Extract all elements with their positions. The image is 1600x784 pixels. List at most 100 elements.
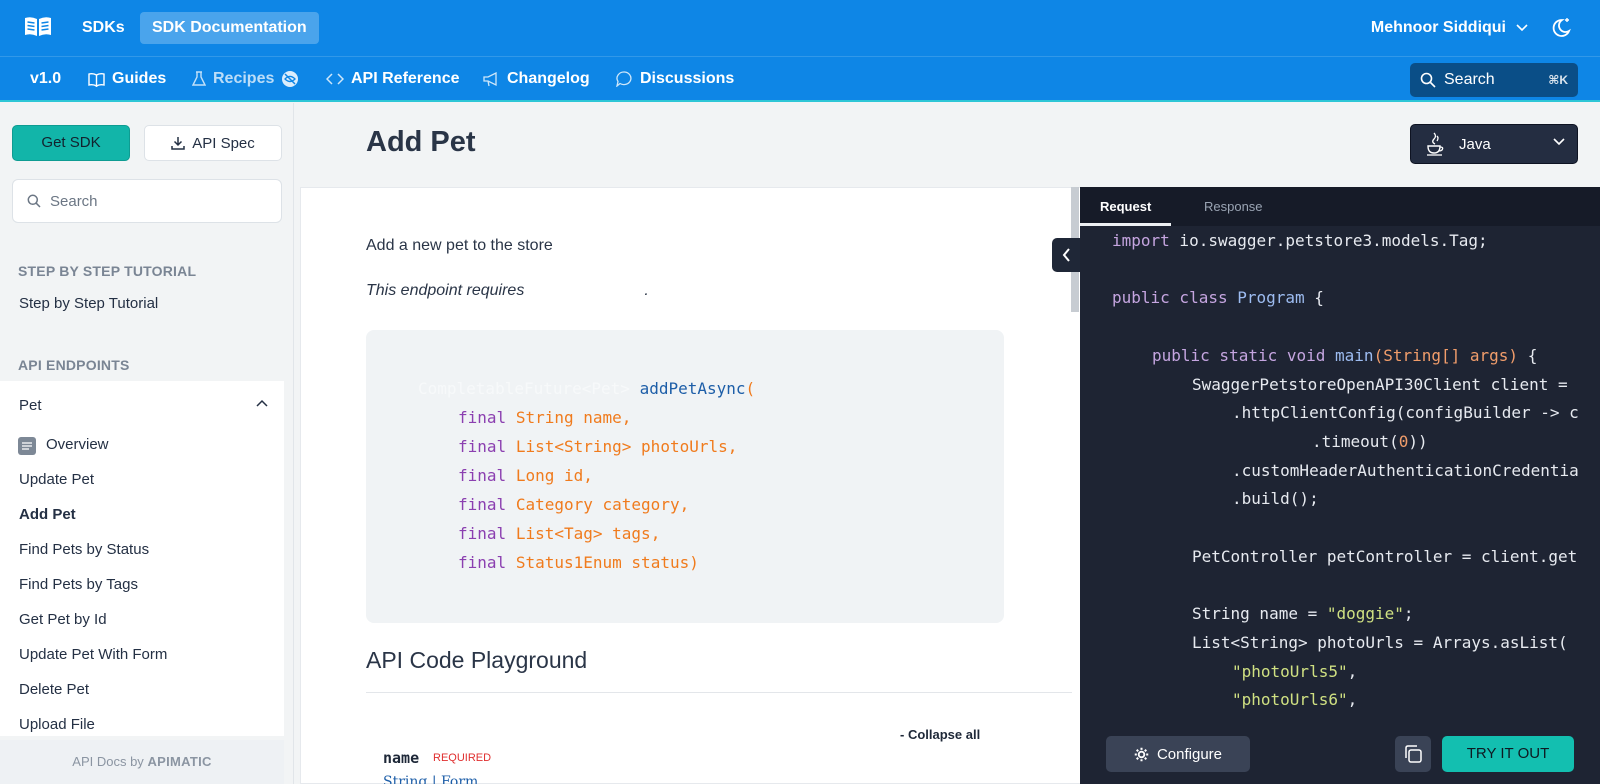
sidebar-group-pet[interactable]: Pet bbox=[19, 397, 42, 414]
section-api-endpoints: API ENDPOINTS bbox=[18, 357, 130, 373]
code-icon bbox=[326, 73, 344, 85]
search-shortcut: ⌘K bbox=[1548, 73, 1568, 87]
version-selector[interactable]: v1.0 bbox=[30, 57, 61, 101]
configure-button[interactable]: Configure bbox=[1106, 736, 1250, 772]
footer-prefix: API Docs by bbox=[72, 754, 144, 769]
auth-requirement-text: This endpoint requires bbox=[366, 282, 525, 299]
tab-response[interactable]: Response bbox=[1184, 187, 1283, 226]
nav-recipes[interactable]: Recipes bbox=[192, 57, 299, 101]
sidebar-item-find-pets-by-status[interactable]: Find Pets by Status bbox=[19, 541, 149, 558]
auth-requirement-suffix: . bbox=[644, 282, 649, 299]
api-spec-button[interactable]: API Spec bbox=[144, 125, 282, 161]
form-param-name: name bbox=[383, 749, 420, 767]
sidebar-item-upload-file[interactable]: Upload File bbox=[19, 716, 95, 733]
param-name: status bbox=[631, 553, 690, 572]
signature-param: final Long id, bbox=[458, 466, 593, 485]
sidebar-search-placeholder: Search bbox=[50, 192, 98, 210]
signature-param: final List<String> photoUrls, bbox=[458, 437, 738, 456]
nav-recipes-label: Recipes bbox=[213, 70, 275, 87]
sidebar-footer[interactable]: API Docs by APIMATIC bbox=[0, 740, 284, 784]
tab-request[interactable]: Request bbox=[1080, 187, 1172, 226]
pet-endpoint-group: Pet Overview Update Pet Add Pet Find Pet… bbox=[0, 381, 284, 736]
nav-guides-label: Guides bbox=[112, 70, 167, 87]
param-type: Long bbox=[515, 466, 555, 485]
nav-changelog-label: Changelog bbox=[507, 70, 590, 87]
code-line: public static void main(String[] args) { bbox=[1152, 346, 1538, 365]
param-type: List<Tag> bbox=[515, 524, 603, 543]
page-title: Add Pet bbox=[366, 126, 476, 158]
try-it-out-button[interactable]: TRY IT OUT bbox=[1442, 736, 1574, 772]
collapse-code-panel-button[interactable] bbox=[1052, 238, 1080, 272]
search-icon bbox=[27, 194, 41, 208]
nav-changelog[interactable]: Changelog bbox=[483, 57, 590, 101]
search-icon bbox=[1420, 72, 1436, 88]
sidebar-item-step-by-step-tutorial[interactable]: Step by Step Tutorial bbox=[19, 295, 158, 312]
code-line: .build(); bbox=[1232, 489, 1319, 508]
api-spec-label: API Spec bbox=[192, 134, 255, 152]
code-line: .customHeaderAuthenticationCredentia bbox=[1232, 461, 1579, 480]
signature-param: final Category category, bbox=[458, 495, 690, 514]
sidebar-item-get-pet-by-id[interactable]: Get Pet by Id bbox=[19, 611, 107, 628]
get-sdk-button[interactable]: Get SDK bbox=[12, 125, 130, 161]
param-name: photoUrls bbox=[641, 437, 728, 456]
chevron-down-icon bbox=[1516, 24, 1528, 32]
param-name: id bbox=[563, 466, 584, 485]
collapse-all-button[interactable]: - Collapse all bbox=[900, 727, 980, 742]
download-icon bbox=[171, 137, 185, 150]
code-sample-panel: Request Response import io.swagger.petst… bbox=[1080, 187, 1600, 784]
configure-label: Configure bbox=[1156, 745, 1223, 763]
gear-icon bbox=[1134, 747, 1149, 761]
book-icon bbox=[88, 72, 105, 87]
code-line: public class Program { bbox=[1112, 288, 1324, 307]
language-label: Java bbox=[1459, 135, 1491, 153]
form-param-type: String | Form bbox=[383, 774, 479, 784]
signature-line-method: CompletableFuture<Pet> addPetAsync( bbox=[418, 379, 756, 398]
auth-requirement-note: This endpoint requires. bbox=[366, 282, 649, 300]
user-name: Mehnoor Siddiqui bbox=[1370, 19, 1506, 36]
param-name: category bbox=[602, 495, 680, 514]
sidebar-item-update-pet[interactable]: Update Pet bbox=[19, 471, 94, 488]
code-line: "photoUrls5", bbox=[1232, 662, 1358, 681]
param-type: Category bbox=[515, 495, 593, 514]
sidebar-item-add-pet[interactable]: Add Pet bbox=[19, 506, 76, 523]
chevron-left-icon bbox=[1062, 248, 1070, 262]
user-menu[interactable]: Mehnoor Siddiqui bbox=[1371, 12, 1528, 44]
java-cup-icon bbox=[1427, 132, 1444, 156]
signature-param: final Status1Enum status) bbox=[458, 553, 699, 572]
top-bar: SDKs SDK Documentation Mehnoor Siddiqui bbox=[0, 0, 1600, 56]
sidebar-item-find-pets-by-tags[interactable]: Find Pets by Tags bbox=[19, 576, 138, 593]
code-line: PetController petController = client.get bbox=[1192, 547, 1578, 566]
sdks-link[interactable]: SDKs bbox=[70, 12, 137, 44]
endpoint-description: Add a new pet to the store bbox=[366, 237, 553, 254]
code-line: String name = "doggie"; bbox=[1192, 604, 1414, 623]
nav-discussions-label: Discussions bbox=[640, 70, 735, 87]
language-selector[interactable]: Java bbox=[1410, 124, 1578, 164]
sdk-documentation-link[interactable]: SDK Documentation bbox=[140, 12, 319, 44]
sidebar: Get SDK API Spec Search STEP BY STEP TUT… bbox=[0, 103, 294, 784]
code-line: import io.swagger.petstore3.models.Tag; bbox=[1112, 231, 1488, 250]
footer-brand: APIMATIC bbox=[147, 754, 212, 769]
nav-api-reference[interactable]: API Reference bbox=[326, 57, 460, 101]
sidebar-item-overview[interactable]: Overview bbox=[46, 436, 109, 453]
eye-off-icon bbox=[282, 71, 299, 87]
code-line: .timeout(0)) bbox=[1312, 432, 1428, 451]
chevron-down-icon bbox=[1553, 138, 1565, 146]
open-book-logo-icon[interactable] bbox=[24, 16, 52, 38]
global-search-button[interactable]: Search ⌘K bbox=[1410, 63, 1578, 97]
global-search-label: Search bbox=[1444, 71, 1495, 88]
chevron-up-icon[interactable] bbox=[256, 399, 268, 407]
nav-discussions[interactable]: Discussions bbox=[616, 57, 734, 101]
return-type: CompletableFuture<Pet> bbox=[418, 379, 630, 398]
nav-guides[interactable]: Guides bbox=[88, 57, 166, 101]
sidebar-search-input[interactable]: Search bbox=[12, 179, 282, 223]
code-tabs: Request Response bbox=[1080, 187, 1600, 226]
copy-code-button[interactable] bbox=[1395, 736, 1431, 772]
section-step-by-step: STEP BY STEP TUTORIAL bbox=[18, 263, 197, 279]
sidebar-item-update-pet-with-form[interactable]: Update Pet With Form bbox=[19, 646, 167, 663]
method-signature-codeblock: CompletableFuture<Pet> addPetAsync( fina… bbox=[366, 330, 1004, 623]
signature-param: final String name, bbox=[458, 408, 632, 427]
code-line: .httpClientConfig(configBuilder -> c bbox=[1232, 403, 1579, 422]
required-badge: REQUIRED bbox=[433, 752, 492, 764]
sidebar-item-delete-pet[interactable]: Delete Pet bbox=[19, 681, 89, 698]
moon-theme-toggle-icon[interactable] bbox=[1550, 17, 1572, 39]
